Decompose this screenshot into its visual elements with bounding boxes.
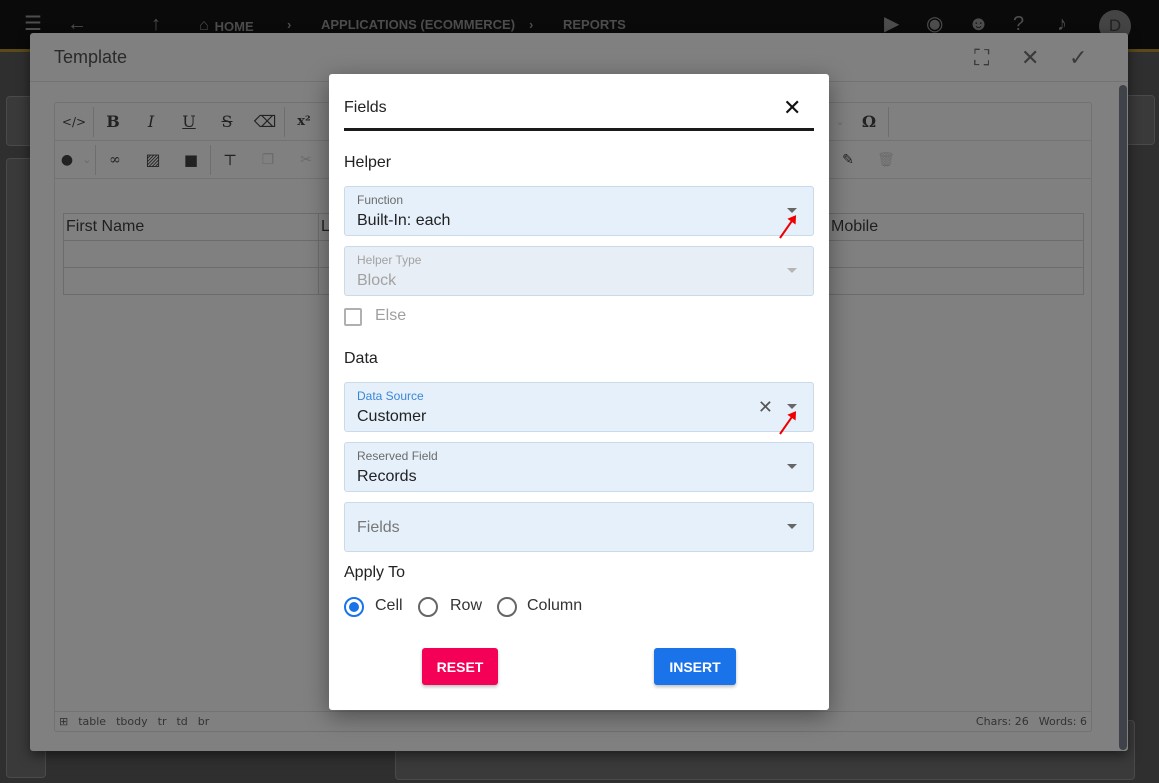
play-circle-icon[interactable]: ◉ xyxy=(926,14,943,34)
table-cell[interactable]: First Name xyxy=(63,213,319,241)
dialog-title: Fields xyxy=(344,99,387,116)
else-checkbox[interactable] xyxy=(344,308,362,326)
dropdown-arrow-icon[interactable] xyxy=(787,524,797,529)
breadcrumb-separator-icon: › xyxy=(287,17,292,32)
source-code-icon[interactable]: </> xyxy=(55,103,93,141)
char-count: Chars: 26 xyxy=(975,715,1029,728)
dropdown-arrow-icon[interactable] xyxy=(787,464,797,469)
helper-type-select: Helper Type Block xyxy=(344,246,814,296)
strikethrough-icon[interactable]: S xyxy=(208,103,246,141)
eraser-icon[interactable]: ⌫ xyxy=(246,103,284,141)
else-label: Else xyxy=(375,307,407,324)
image-icon[interactable]: ▨ xyxy=(134,141,172,179)
breadcrumb-applications[interactable]: APPLICATIONS (ECOMMERCE) xyxy=(321,17,515,32)
table-cell[interactable] xyxy=(828,240,1084,268)
help-icon[interactable]: ? xyxy=(1013,14,1024,34)
radio-column-label: Column xyxy=(527,597,583,614)
radio-cell-label: Cell xyxy=(375,597,403,614)
radio-row[interactable] xyxy=(418,597,438,617)
fullscreen-icon[interactable]: ⛶ xyxy=(974,45,989,71)
helper-type-value: Block xyxy=(357,272,397,289)
scrollbar[interactable] xyxy=(1119,85,1127,750)
table-cell[interactable] xyxy=(63,267,319,295)
play-icon[interactable]: ▶ xyxy=(884,14,899,34)
table-element-icon: ⊞ xyxy=(59,715,69,728)
close-icon[interactable]: ✕ xyxy=(783,96,801,120)
dropdown-arrow-icon xyxy=(787,268,797,273)
table-cell[interactable]: Mobile xyxy=(828,213,1084,241)
radio-row-label: Row xyxy=(450,597,483,614)
up-icon[interactable]: ↑ xyxy=(151,14,161,34)
bell-icon[interactable]: ♪ xyxy=(1057,14,1067,34)
radio-cell[interactable] xyxy=(344,597,364,617)
helper-type-label: Helper Type xyxy=(357,253,422,267)
function-value: Built-In: each xyxy=(357,212,451,229)
close-icon[interactable]: ✕ xyxy=(1021,45,1039,71)
path-item[interactable]: br xyxy=(198,715,210,728)
table-cell[interactable] xyxy=(828,267,1084,295)
breadcrumb-reports[interactable]: REPORTS xyxy=(563,17,626,32)
cut-icon[interactable]: ✂ xyxy=(287,141,325,179)
back-icon[interactable]: ← xyxy=(67,14,87,34)
edit-pencil-icon[interactable]: ✎ xyxy=(829,141,867,179)
path-item[interactable]: td xyxy=(176,715,187,728)
apply-to-label: Apply To xyxy=(344,564,406,581)
editor-statusbar: ⊞ table tbody tr td br Chars: 26 Words: … xyxy=(55,711,1091,731)
data-source-select[interactable]: Data Source Customer ✕ xyxy=(344,382,814,432)
check-icon[interactable]: ✓ xyxy=(1069,45,1087,71)
copy-icon[interactable]: ❐ xyxy=(249,141,287,179)
delete-trash-icon[interactable]: 🗑 xyxy=(867,141,905,179)
breadcrumb-separator-icon: › xyxy=(529,17,534,32)
toolbar-separator xyxy=(888,106,889,137)
menu-icon[interactable]: ☰ xyxy=(24,14,42,34)
function-label: Function xyxy=(357,193,404,207)
reserved-field-select[interactable]: Reserved Field Records xyxy=(344,442,814,492)
reset-button[interactable]: RESET xyxy=(422,648,498,685)
clear-icon[interactable]: ✕ xyxy=(758,397,773,418)
path-item[interactable]: tr xyxy=(158,715,167,728)
path-item[interactable]: tbody xyxy=(116,715,148,728)
word-count: Words: 6 xyxy=(1038,715,1087,728)
path-item[interactable]: table xyxy=(78,715,106,728)
reserved-field-value: Records xyxy=(357,468,417,485)
link-icon[interactable]: ∞ xyxy=(96,141,134,179)
bold-icon[interactable]: B xyxy=(94,103,132,141)
superscript-icon[interactable]: x² xyxy=(285,103,323,141)
template-title: Template xyxy=(54,47,128,67)
robot-icon[interactable]: ☻ xyxy=(968,14,989,34)
special-char-omega-icon[interactable]: Ω xyxy=(850,103,888,141)
helper-section-label: Helper xyxy=(344,154,392,171)
radio-column[interactable] xyxy=(497,597,517,617)
title-underline xyxy=(344,128,814,131)
data-source-label: Data Source xyxy=(357,389,424,403)
underline-icon[interactable]: U xyxy=(170,103,208,141)
fields-dialog: Fields ✕ Helper Function Built-In: each … xyxy=(329,74,829,710)
fields-select[interactable]: Fields xyxy=(344,502,814,552)
data-source-value: Customer xyxy=(357,408,427,425)
fields-placeholder: Fields xyxy=(357,519,400,536)
color-drop-icon[interactable]: ● xyxy=(55,141,79,179)
chevron-down-icon[interactable]: ⌄ xyxy=(79,141,95,179)
table-cell[interactable] xyxy=(63,240,319,268)
data-section-label: Data xyxy=(344,350,378,367)
format-painter-icon[interactable]: ⊤ xyxy=(211,141,249,179)
chevron-down-icon[interactable]: ⌄ xyxy=(830,103,850,141)
italic-icon[interactable]: I xyxy=(132,103,170,141)
video-icon[interactable]: ■ xyxy=(172,141,210,179)
reserved-field-label: Reserved Field xyxy=(357,449,438,463)
function-select[interactable]: Function Built-In: each xyxy=(344,186,814,236)
insert-button[interactable]: INSERT xyxy=(654,648,736,685)
